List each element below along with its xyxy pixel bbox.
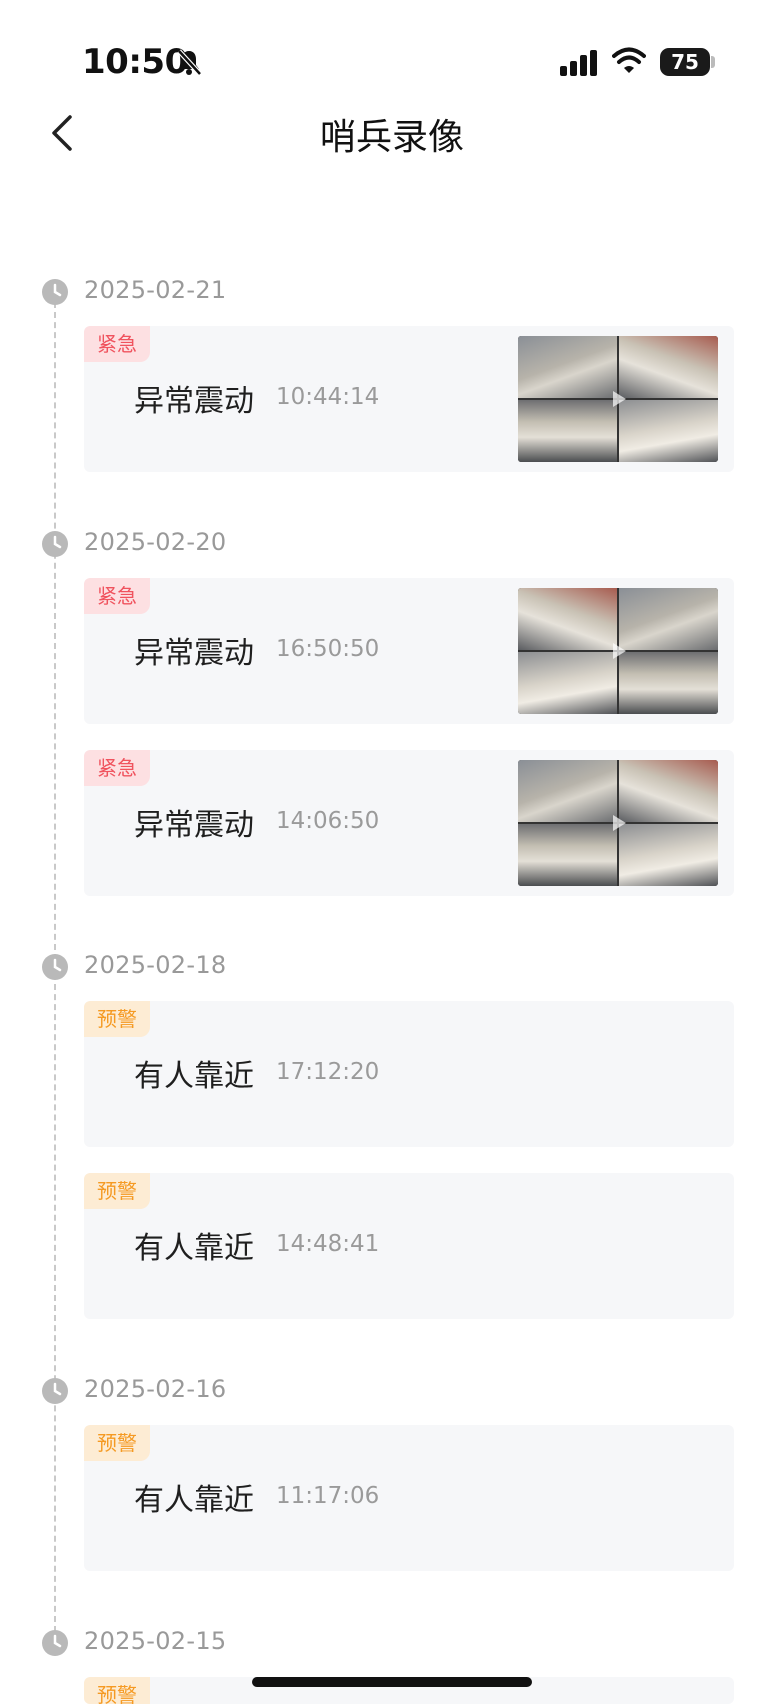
event-time: 11:17:06 [276, 1483, 380, 1509]
recording-card[interactable]: 预警 有人靠近 11:17:06 [84, 1425, 734, 1571]
clock-icon [42, 1630, 68, 1656]
date-header: 2025-02-20 [0, 524, 784, 564]
date-label: 2025-02-15 [84, 1627, 227, 1655]
status-bar: 10:50 75 [0, 0, 784, 100]
event-time: 14:48:41 [276, 1231, 380, 1257]
play-icon [613, 643, 626, 659]
urgent-tag: 紧急 [84, 578, 150, 614]
clock-icon [42, 1378, 68, 1404]
event-name: 有人靠近 [134, 1059, 254, 1094]
video-thumbnail[interactable] [518, 588, 718, 714]
date-label: 2025-02-21 [84, 276, 227, 304]
warning-tag: 预警 [84, 1173, 150, 1209]
date-label: 2025-02-16 [84, 1375, 227, 1403]
clock-icon [42, 954, 68, 980]
warning-tag: 预警 [84, 1425, 150, 1461]
date-header: 2025-02-21 [0, 272, 784, 312]
event-time: 14:06:50 [276, 808, 380, 834]
date-label: 2025-02-20 [84, 528, 227, 556]
recording-card[interactable]: 紧急 异常震动 10:44:14 [84, 326, 734, 472]
recording-card[interactable]: 紧急 异常震动 14:06:50 [84, 750, 734, 896]
status-time: 10:50 [82, 42, 188, 82]
event-name: 有人靠近 [134, 1483, 254, 1518]
recording-card[interactable]: 预警 有人靠近 17:12:20 [84, 1001, 734, 1147]
clock-icon [42, 279, 68, 305]
event-time: 16:50:50 [276, 636, 380, 662]
page-title: 哨兵录像 [319, 117, 464, 158]
nav-bar: 哨兵录像 [0, 100, 784, 164]
signal-icon [560, 50, 597, 76]
event-time: 10:44:14 [276, 384, 380, 410]
home-indicator [252, 1677, 532, 1687]
warning-tag: 预警 [84, 1677, 150, 1704]
date-header: 2025-02-16 [0, 1371, 784, 1411]
date-header: 2025-02-15 [0, 1623, 784, 1663]
wifi-icon [612, 47, 646, 73]
video-thumbnail[interactable] [518, 760, 718, 886]
clock-icon [42, 531, 68, 557]
recording-card[interactable]: 预警 有人靠近 14:48:41 [84, 1173, 734, 1319]
event-time: 17:12:20 [276, 1059, 380, 1085]
video-thumbnail[interactable] [518, 336, 718, 462]
urgent-tag: 紧急 [84, 326, 150, 362]
date-label: 2025-02-18 [84, 951, 227, 979]
recording-card[interactable]: 紧急 异常震动 16:50:50 [84, 578, 734, 724]
event-name: 异常震动 [134, 384, 254, 419]
event-name: 有人靠近 [134, 1231, 254, 1266]
urgent-tag: 紧急 [84, 750, 150, 786]
play-icon [613, 391, 626, 407]
play-icon [613, 815, 626, 831]
bell-slash-icon [177, 49, 202, 76]
battery-icon: 75 [660, 48, 710, 76]
battery-tip [711, 56, 715, 68]
warning-tag: 预警 [84, 1001, 150, 1037]
event-name: 异常震动 [134, 636, 254, 671]
event-name: 异常震动 [134, 808, 254, 843]
date-header: 2025-02-18 [0, 947, 784, 987]
